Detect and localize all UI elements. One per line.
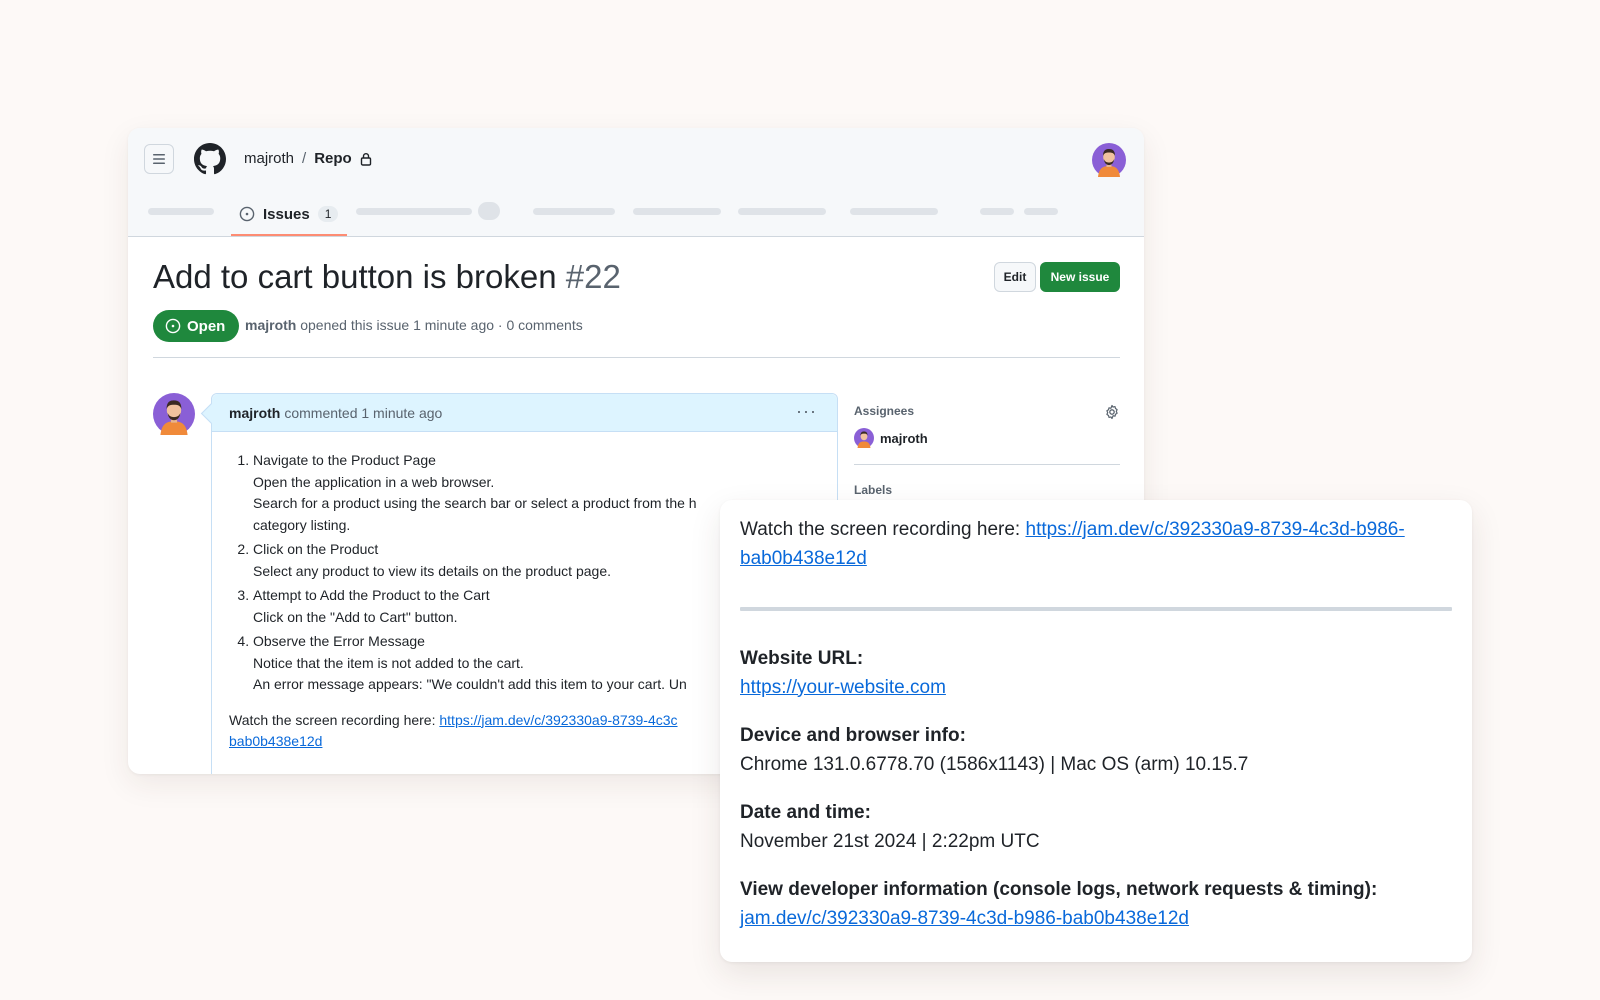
jam-device-section: Device and browser info: Chrome 131.0.67… [740,722,1452,779]
jam-dev-label: View developer information (console logs… [740,879,1378,900]
issue-opened-icon [239,206,255,222]
comment-header: majroth commented 1 minute ago ··· [212,394,837,432]
lock-icon [360,152,371,166]
tab-placeholder [980,208,1014,215]
step-line: Open the application in a web browser. [253,473,495,490]
status-badge: Open [153,310,240,342]
new-issue-button[interactable]: New issue [1040,262,1120,292]
tab-placeholder [533,208,615,215]
issues-count-badge: 1 [317,206,339,222]
jam-date-value: November 21st 2024 | 2:22pm UTC [740,830,1040,852]
issue-meta-text: opened this issue 1 minute ago · 0 comme… [300,317,583,333]
tab-placeholder [1024,208,1058,215]
jam-dev-link[interactable]: jam.dev/c/392330a9-8739-4c3d-b986-bab0b4… [740,908,1189,929]
tab-placeholder [356,208,472,215]
jam-details-card: Watch the screen recording here: https:/… [720,500,1472,962]
hamburger-icon [153,154,165,164]
assignee-item[interactable]: majroth [854,428,1120,448]
comment-author-link[interactable]: majroth [229,405,280,421]
tab-placeholder [633,208,721,215]
jam-dev-section: View developer information (console logs… [740,876,1452,933]
kebab-icon[interactable]: ··· [796,402,817,420]
assignees-section: Assignees majroth [854,404,1120,448]
edit-button[interactable]: Edit [994,262,1036,292]
status-label: Open [187,317,226,335]
issue-opened-icon [165,318,181,334]
tab-placeholder [148,208,214,215]
jam-recording-prefix: Watch the screen recording here: [740,519,1021,540]
jam-device-label: Device and browser info: [740,725,966,746]
repo-tab-bar: Issues 1 [128,194,1144,236]
gear-icon[interactable] [1104,404,1120,420]
recording-prefix: Watch the screen recording here: [229,711,436,728]
assignee-name: majroth [880,430,928,446]
issue-title-text: Add to cart button is broken [153,258,557,295]
breadcrumb-separator: / [302,150,307,167]
assignees-heading: Assignees [854,404,915,418]
jam-device-value: Chrome 131.0.6778.70 (1586x1143) | Mac O… [740,753,1249,775]
repo-name-link[interactable]: Repo [314,150,352,167]
issue-number: #22 [565,258,621,295]
breadcrumb: majroth / Repo [244,150,372,167]
issue-author-link[interactable]: majroth [245,317,296,333]
hamburger-menu-button[interactable] [144,144,174,174]
tab-issues[interactable]: Issues 1 [231,194,347,236]
avatar[interactable] [153,393,195,435]
recording-link-continued[interactable]: bab0b438e12d [229,733,322,749]
jam-date-section: Date and time: November 21st 2024 | 2:22… [740,799,1452,856]
issue-sidebar: Assignees majroth Labels [854,404,1120,497]
divider [854,464,1120,465]
issue-title: Add to cart button is broken #22 [153,258,621,296]
jam-recording-section: Watch the screen recording here: https:/… [740,516,1452,573]
jam-url-link[interactable]: https://your-website.com [740,677,946,698]
avatar[interactable] [1092,143,1126,177]
tab-placeholder [738,208,826,215]
divider [153,357,1120,358]
jam-date-label: Date and time: [740,802,871,823]
repo-header: majroth / Repo Issues 1 [128,128,1144,237]
tab-placeholder [478,202,500,220]
comment-action: commented 1 minute ago [284,404,443,421]
tab-placeholder [850,208,938,215]
labels-heading: Labels [854,483,893,497]
jam-url-section: Website URL: https://your-website.com [740,645,1452,702]
tab-issues-label: Issues [263,205,310,223]
recording-link[interactable]: https://jam.dev/c/392330a9-8739-4c3c [439,712,677,728]
step-title: Navigate to the Product Page [253,452,436,468]
jam-url-label: Website URL: [740,648,864,669]
repo-owner-link[interactable]: majroth [244,150,294,167]
issue-meta: majroth opened this issue 1 minute ago ·… [245,317,583,333]
divider [740,607,1452,611]
avatar [854,428,874,448]
github-logo-icon[interactable] [194,143,226,175]
